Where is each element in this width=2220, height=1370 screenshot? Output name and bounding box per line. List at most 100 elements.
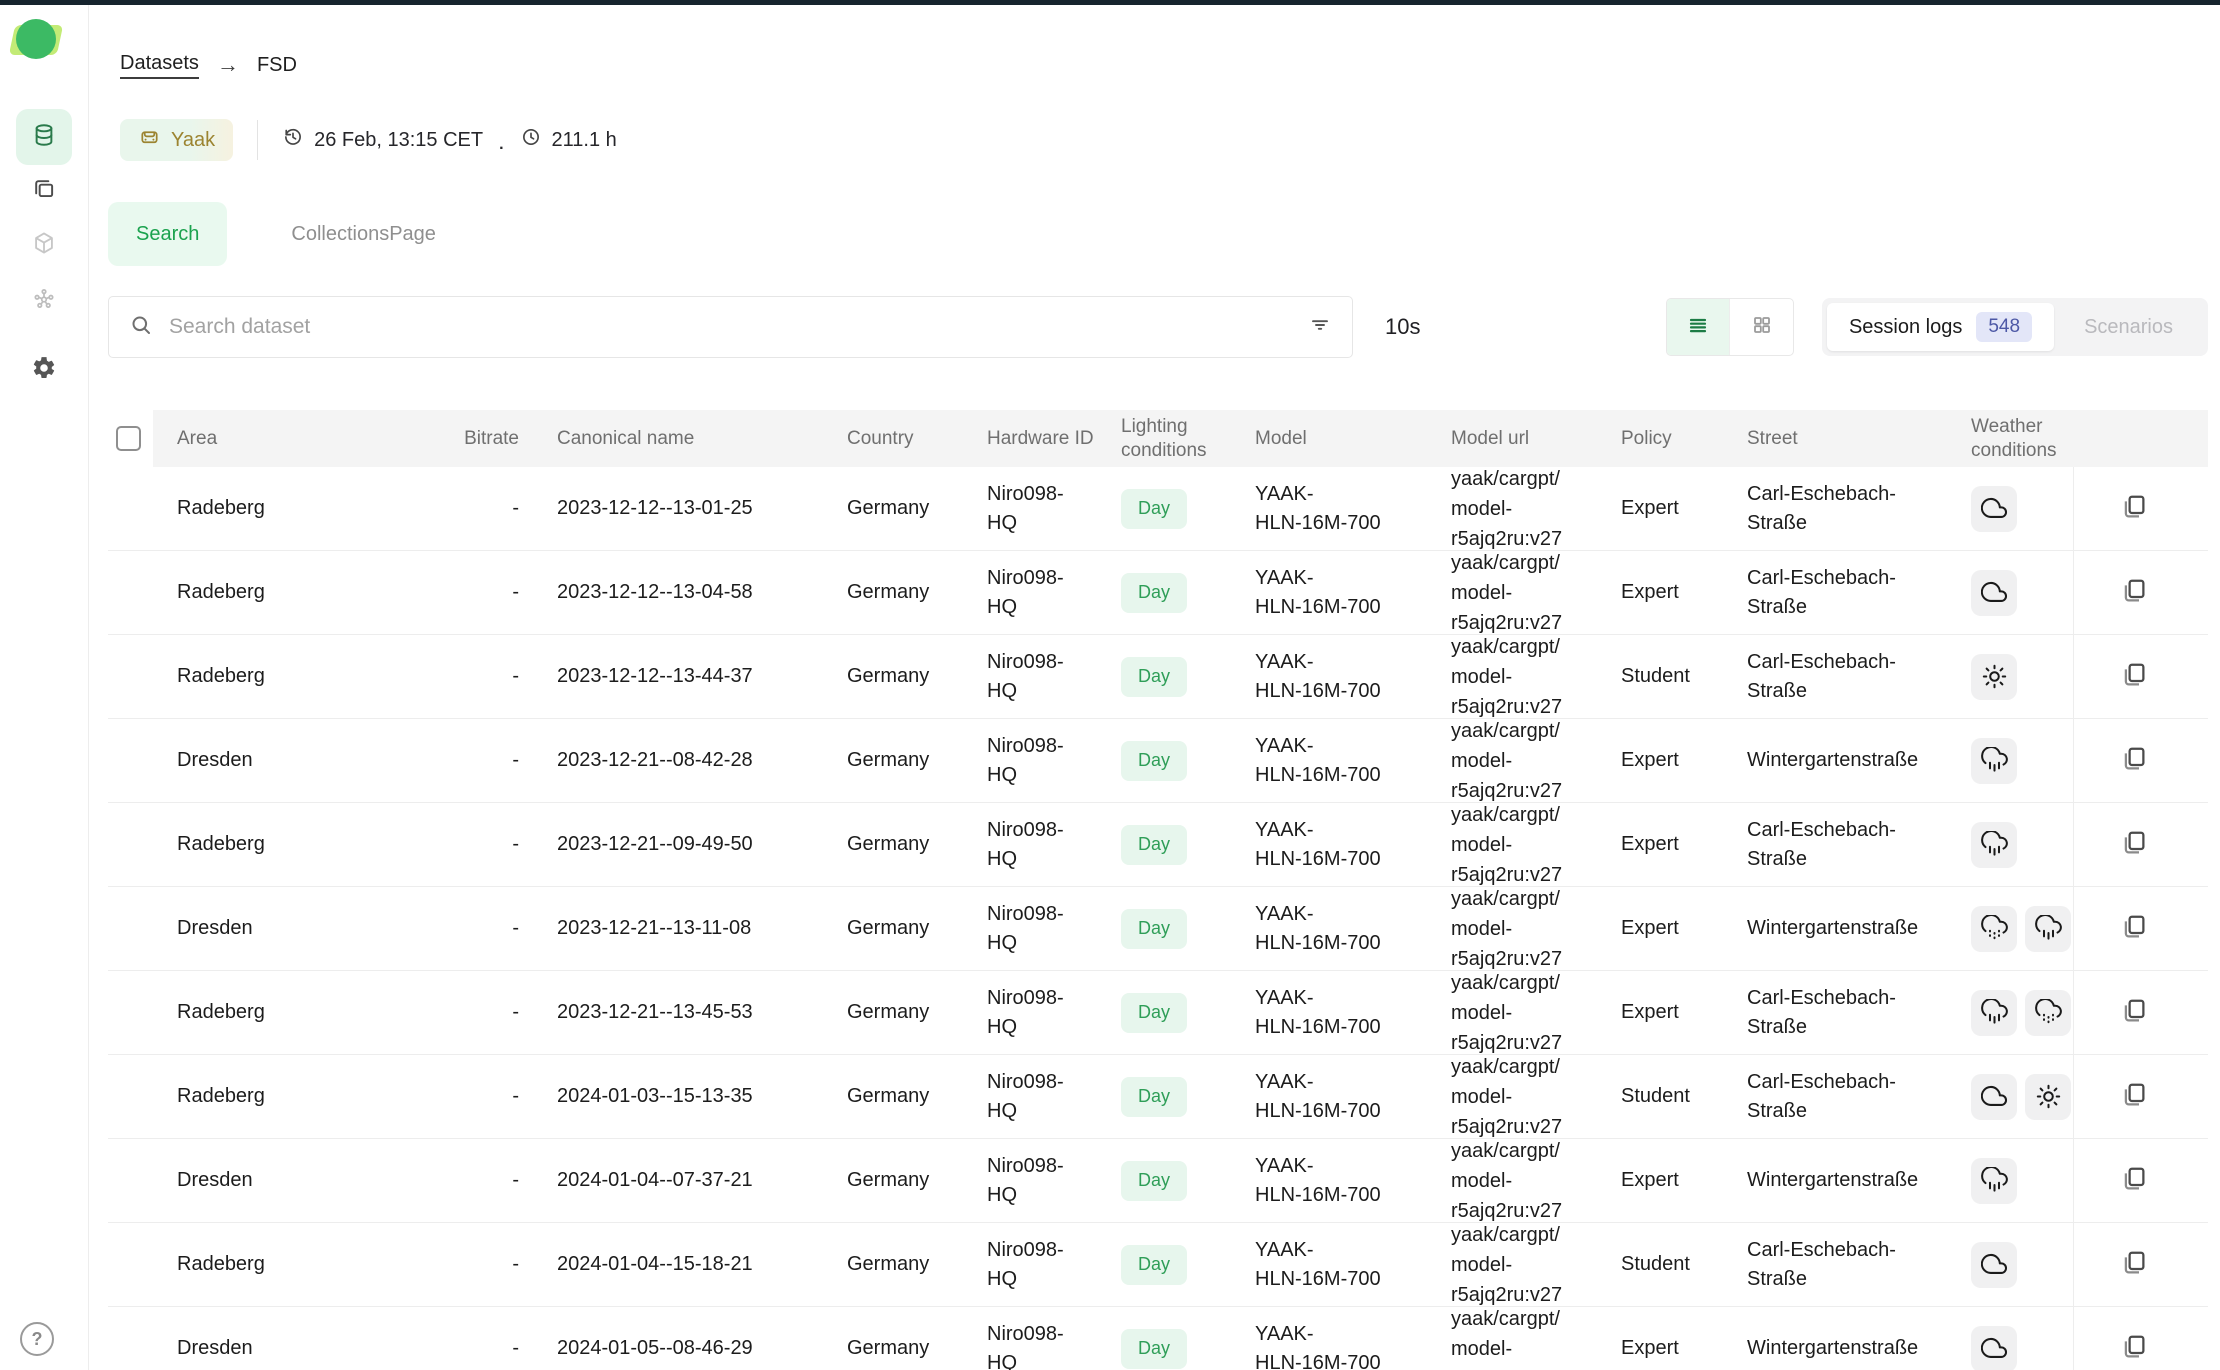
cell-weather xyxy=(1947,990,2073,1036)
drizzle-icon xyxy=(2025,990,2071,1036)
copy-button[interactable] xyxy=(2114,1161,2154,1201)
copy-button[interactable] xyxy=(2114,573,2154,613)
cell-hardware-id: Niro098- HQ xyxy=(963,564,1097,622)
copy-icon xyxy=(2119,660,2149,693)
table-row[interactable]: Radeberg - 2023-12-12--13-04-58 Germany … xyxy=(108,551,2208,635)
cell-hardware-id: Niro098- HQ xyxy=(963,1320,1097,1370)
scenarios-segment[interactable]: Scenarios xyxy=(2054,316,2203,339)
rain-icon xyxy=(1971,1158,2017,1204)
copy-button[interactable] xyxy=(2114,993,2154,1033)
session-logs-label: Session logs xyxy=(1849,316,1962,339)
copy-button[interactable] xyxy=(2114,825,2154,865)
search-input[interactable] xyxy=(167,314,1294,340)
breadcrumb-datasets[interactable]: Datasets xyxy=(120,52,199,79)
help-icon[interactable]: ? xyxy=(20,1322,54,1356)
sidebar-item-datasets[interactable] xyxy=(16,109,72,165)
cell-country: Germany xyxy=(823,1082,963,1111)
vehicle-badge[interactable]: Yaak xyxy=(120,119,233,161)
table-row[interactable]: Radeberg - 2023-12-21--13-45-53 Germany … xyxy=(108,971,2208,1055)
lighting-badge: Day xyxy=(1121,573,1187,613)
cell-model: YAAK- HLN-16M-700 xyxy=(1231,816,1427,874)
car-icon xyxy=(138,126,161,155)
cloud-icon xyxy=(1971,570,2017,616)
cell-model-url: yaak/​cargpt/​model-​r5ajq2ru:v27 xyxy=(1427,632,1597,722)
breadcrumb-current: FSD xyxy=(257,54,297,77)
rain-icon xyxy=(1971,738,2017,784)
total-duration: 211.1 h xyxy=(520,126,617,154)
copy-button[interactable] xyxy=(2114,1245,2154,1285)
cell-area: Radeberg xyxy=(153,998,393,1027)
cell-hardware-id: Niro098- HQ xyxy=(963,900,1097,958)
rain-icon xyxy=(1971,822,2017,868)
cell-street: Wintergartenstraße xyxy=(1723,746,1947,775)
sidebar-item-packages[interactable] xyxy=(16,217,72,273)
header-bitrate: Bitrate xyxy=(393,427,533,451)
cell-hardware-id: Niro098- HQ xyxy=(963,984,1097,1042)
cloud-icon xyxy=(1971,1074,2017,1120)
cell-model: YAAK- HLN-16M-700 xyxy=(1231,1320,1427,1370)
total-duration-text: 211.1 h xyxy=(552,129,617,152)
session-logs-segment[interactable]: Session logs 548 xyxy=(1827,303,2054,351)
copy-icon xyxy=(2119,1164,2149,1197)
cell-bitrate: - xyxy=(393,746,533,775)
cell-model: YAAK- HLN-16M-700 xyxy=(1231,984,1427,1042)
cell-lighting: Day xyxy=(1097,573,1231,613)
copy-button[interactable] xyxy=(2114,489,2154,529)
cell-country: Germany xyxy=(823,746,963,775)
cell-weather xyxy=(1947,486,2073,532)
cell-model-url: yaak/​cargpt/​model-​r5ajq2ru:v27 xyxy=(1427,884,1597,974)
header-model-url: Model url xyxy=(1427,427,1597,451)
cell-canonical-name: 2023-12-12--13-04-58 xyxy=(533,578,823,607)
sidebar-item-settings[interactable] xyxy=(16,342,72,398)
copy-button[interactable] xyxy=(2114,1329,2154,1369)
cell-model: YAAK- HLN-16M-700 xyxy=(1231,732,1427,790)
grid-view-button[interactable] xyxy=(1729,299,1793,355)
table-row[interactable]: Radeberg - 2024-01-03--15-13-35 Germany … xyxy=(108,1055,2208,1139)
select-all-checkbox[interactable] xyxy=(116,426,141,451)
cell-canonical-name: 2024-01-03--15-13-35 xyxy=(533,1082,823,1111)
clip-duration-label: 10s xyxy=(1385,314,1420,340)
cell-actions xyxy=(2073,803,2199,886)
copy-icon xyxy=(2119,744,2149,777)
cell-policy: Expert xyxy=(1597,1166,1723,1195)
search-box[interactable] xyxy=(108,296,1353,358)
cell-hardware-id: Niro098- HQ xyxy=(963,816,1097,874)
table-row[interactable]: Dresden - 2023-12-21--13-11-08 Germany N… xyxy=(108,887,2208,971)
copy-button[interactable] xyxy=(2114,657,2154,697)
filter-icon[interactable] xyxy=(1308,313,1332,342)
copy-button[interactable] xyxy=(2114,1077,2154,1117)
table-row[interactable]: Radeberg - 2023-12-12--13-44-37 Germany … xyxy=(108,635,2208,719)
table-row[interactable]: Radeberg - 2023-12-12--13-01-25 Germany … xyxy=(108,467,2208,551)
cell-area: Radeberg xyxy=(153,662,393,691)
cell-country: Germany xyxy=(823,578,963,607)
cell-model-url: yaak/​cargpt/​model-​r5ajq2ru:v27 xyxy=(1427,1220,1597,1310)
table-row[interactable]: Dresden - 2024-01-05--08-46-29 Germany N… xyxy=(108,1307,2208,1370)
cell-model: YAAK- HLN-16M-700 xyxy=(1231,900,1427,958)
cell-model: YAAK- HLN-16M-700 xyxy=(1231,648,1427,706)
table-row[interactable]: Dresden - 2024-01-04--07-37-21 Germany N… xyxy=(108,1139,2208,1223)
gear-icon xyxy=(31,355,57,386)
cell-area: Radeberg xyxy=(153,830,393,859)
cell-actions xyxy=(2073,1139,2199,1222)
table-row[interactable]: Radeberg - 2024-01-04--15-18-21 Germany … xyxy=(108,1223,2208,1307)
copy-button[interactable] xyxy=(2114,741,2154,781)
cell-canonical-name: 2024-01-04--07-37-21 xyxy=(533,1166,823,1195)
copy-button[interactable] xyxy=(2114,909,2154,949)
rain-icon xyxy=(2025,906,2071,952)
cell-hardware-id: Niro098- HQ xyxy=(963,1152,1097,1210)
tab-collections-page[interactable]: CollectionsPage xyxy=(291,223,436,246)
meta-divider xyxy=(257,120,258,160)
database-icon xyxy=(31,122,57,153)
brand-logo[interactable] xyxy=(10,17,62,65)
table-row[interactable]: Dresden - 2023-12-21--08-42-28 Germany N… xyxy=(108,719,2208,803)
cell-bitrate: - xyxy=(393,1334,533,1363)
meta-separator: . xyxy=(499,136,503,154)
list-view-button[interactable] xyxy=(1667,299,1730,355)
table-row[interactable]: Radeberg - 2023-12-21--09-49-50 Germany … xyxy=(108,803,2208,887)
cell-street: Carl-Eschebach- Straße xyxy=(1723,816,1947,874)
sidebar-item-graph[interactable] xyxy=(16,273,72,329)
cell-lighting: Day xyxy=(1097,489,1231,529)
tab-search[interactable]: Search xyxy=(108,202,227,266)
sidebar-item-collections[interactable] xyxy=(16,163,72,219)
clock-icon xyxy=(520,126,542,154)
